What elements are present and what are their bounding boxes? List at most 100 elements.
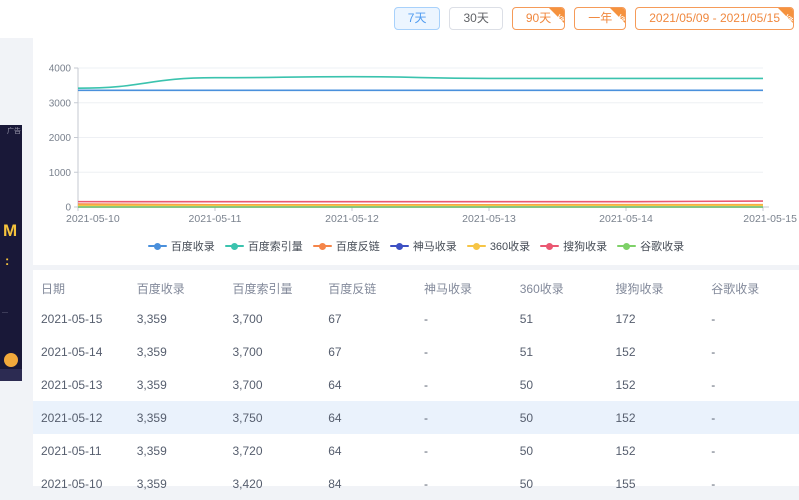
svg-text:2021-05-15: 2021-05-15: [743, 213, 797, 225]
table-cell: -: [416, 335, 512, 368]
column-header: 搜狗收录: [608, 274, 704, 302]
table-cell: -: [416, 401, 512, 434]
table-cell: 3,359: [129, 434, 225, 467]
table-cell: 3,359: [129, 401, 225, 434]
table-cell: 155: [608, 467, 704, 500]
svg-text:2021-05-12: 2021-05-12: [325, 213, 379, 225]
legend-marker-icon: [540, 245, 559, 247]
table-cell: 2021-05-15: [33, 302, 129, 335]
table-cell: 2021-05-10: [33, 467, 129, 500]
table-cell: 2021-05-13: [33, 368, 129, 401]
legend-label: 谷歌收录: [640, 238, 684, 254]
chart-legend: 百度收录 百度索引量 百度反链 神马收录 360收录 搜狗收录 谷歌收录: [33, 238, 799, 254]
ad-skyline-graphic: [0, 369, 22, 381]
legend-item[interactable]: 百度反链: [313, 238, 380, 254]
table-row[interactable]: 2021-05-123,3593,75064-50152-: [33, 401, 799, 434]
legend-item[interactable]: 百度索引量: [225, 238, 303, 254]
inclusion-trend-line-chart: 010002000300040002021-05-102021-05-11202…: [33, 38, 799, 234]
table-cell: -: [703, 335, 799, 368]
table-row[interactable]: 2021-05-153,3593,70067-51172-: [33, 302, 799, 335]
table-cell: 3,720: [225, 434, 321, 467]
legend-label: 神马收录: [413, 238, 457, 254]
table-cell: 50: [512, 368, 608, 401]
ad-banner[interactable]: 广告 M : ···: [0, 125, 22, 381]
table-cell: 64: [320, 368, 416, 401]
table-row[interactable]: 2021-05-133,3593,70064-50152-: [33, 368, 799, 401]
table-cell: 3,420: [225, 467, 321, 500]
svg-text:2021-05-10: 2021-05-10: [66, 213, 120, 225]
table-cell: -: [416, 302, 512, 335]
ad-tag-label: 广告: [7, 126, 21, 136]
vip-corner-badge: VIP: [549, 8, 564, 23]
legend-label: 百度反链: [336, 238, 380, 254]
inclusion-stats-table: 日期百度收录百度索引量百度反链神马收录360收录搜狗收录谷歌收录 2021-05…: [33, 274, 799, 500]
column-header: 360收录: [512, 274, 608, 302]
svg-text:2021-05-13: 2021-05-13: [462, 213, 516, 225]
chart-card: 010002000300040002021-05-102021-05-11202…: [33, 38, 799, 265]
table-cell: 50: [512, 401, 608, 434]
legend-marker-icon: [148, 245, 167, 247]
svg-text:3000: 3000: [49, 98, 72, 109]
ad-small-text: ···: [2, 310, 8, 316]
table-cell: 3,700: [225, 302, 321, 335]
legend-marker-icon: [390, 245, 409, 247]
column-header: 谷歌收录: [703, 274, 799, 302]
button-label: 2021/05/09 - 2021/05/15: [649, 11, 780, 25]
table-cell: 51: [512, 302, 608, 335]
ad-text-fragment: :: [5, 253, 9, 268]
table-row[interactable]: 2021-05-113,3593,72064-50152-: [33, 434, 799, 467]
series-line-百度索引量: [78, 77, 763, 88]
table-cell: -: [703, 302, 799, 335]
table-cell: -: [703, 401, 799, 434]
date-range-picker-button[interactable]: 2021/05/09 - 2021/05/15VIP: [635, 7, 794, 30]
range-1year-button[interactable]: 一年VIP: [574, 7, 626, 30]
table-cell: 67: [320, 302, 416, 335]
table-cell: 3,359: [129, 467, 225, 500]
legend-item[interactable]: 百度收录: [148, 238, 215, 254]
table-cell: 84: [320, 467, 416, 500]
column-header: 百度收录: [129, 274, 225, 302]
table-cell: 152: [608, 335, 704, 368]
range-7days-button[interactable]: 7天: [394, 7, 441, 30]
column-header: 日期: [33, 274, 129, 302]
column-header: 百度反链: [320, 274, 416, 302]
table-cell: 152: [608, 368, 704, 401]
table-cell: -: [703, 434, 799, 467]
table-cell: 51: [512, 335, 608, 368]
legend-label: 百度索引量: [248, 238, 303, 254]
svg-text:2021-05-14: 2021-05-14: [599, 213, 653, 225]
table-cell: -: [703, 467, 799, 500]
legend-item[interactable]: 360收录: [467, 238, 530, 254]
table-cell: 50: [512, 434, 608, 467]
legend-label: 360收录: [490, 238, 530, 254]
table-row[interactable]: 2021-05-103,3593,42084-50155-: [33, 467, 799, 500]
range-30days-button[interactable]: 30天: [449, 7, 502, 30]
table-cell: 2021-05-12: [33, 401, 129, 434]
legend-item[interactable]: 谷歌收录: [617, 238, 684, 254]
legend-label: 搜狗收录: [563, 238, 607, 254]
table-cell: 152: [608, 434, 704, 467]
table-cell: -: [416, 434, 512, 467]
table-cell: 3,359: [129, 302, 225, 335]
legend-marker-icon: [225, 245, 244, 247]
table-cell: 3,359: [129, 335, 225, 368]
data-table-card: 日期百度收录百度索引量百度反链神马收录360收录搜狗收录谷歌收录 2021-05…: [33, 270, 799, 486]
table-row[interactable]: 2021-05-143,3593,70067-51152-: [33, 335, 799, 368]
table-cell: 2021-05-11: [33, 434, 129, 467]
legend-label: 百度收录: [171, 238, 215, 254]
legend-marker-icon: [617, 245, 636, 247]
table-cell: -: [416, 368, 512, 401]
time-range-toolbar: 7天30天90天VIP一年VIP2021/05/09 - 2021/05/15V…: [394, 7, 794, 30]
legend-item[interactable]: 搜狗收录: [540, 238, 607, 254]
vip-corner-badge: VIP: [778, 8, 793, 23]
series-line-搜狗收录: [78, 201, 763, 202]
svg-text:1000: 1000: [49, 168, 72, 179]
button-label: 一年: [588, 11, 612, 25]
column-header: 百度索引量: [225, 274, 321, 302]
button-label: 90天: [526, 11, 551, 25]
table-cell: 172: [608, 302, 704, 335]
range-90days-button[interactable]: 90天VIP: [512, 7, 565, 30]
legend-item[interactable]: 神马收录: [390, 238, 457, 254]
legend-marker-icon: [313, 245, 332, 247]
table-cell: 3,750: [225, 401, 321, 434]
